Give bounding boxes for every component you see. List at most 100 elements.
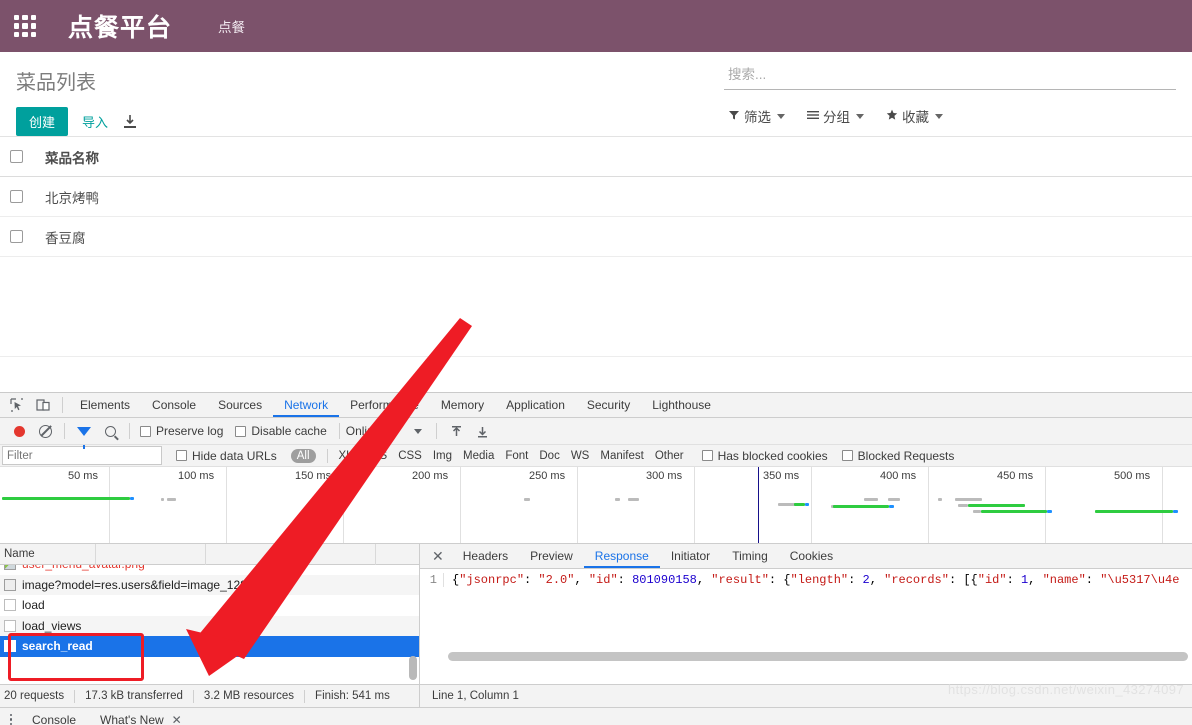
request-bar: [955, 498, 982, 501]
inspect-element-icon[interactable]: [4, 394, 30, 416]
request-row[interactable]: user_menu_avatar.png: [0, 565, 419, 575]
throttle-select[interactable]: Online: [346, 424, 381, 438]
request-row[interactable]: image?model=res.users&field=image_128&id…: [0, 574, 419, 595]
filter-type-js[interactable]: JS: [374, 450, 387, 462]
filter-type-img[interactable]: Img: [433, 450, 452, 462]
tab-memory[interactable]: Memory: [430, 393, 495, 417]
filter-type-manifest[interactable]: Manifest: [600, 450, 643, 462]
request-row-selected[interactable]: search_read: [0, 636, 419, 657]
row-checkbox[interactable]: [10, 190, 23, 203]
column-divider[interactable]: [295, 544, 296, 565]
request-name: image?model=res.users&field=image_128&id…: [22, 577, 278, 592]
groupby-dropdown[interactable]: 分组: [807, 106, 864, 126]
create-button[interactable]: 创建: [16, 107, 69, 136]
tab-performance[interactable]: Performance: [339, 393, 430, 417]
row-name: 北京烤鸭: [45, 190, 99, 206]
search-input[interactable]: [728, 67, 1176, 82]
request-list-scrollbar[interactable]: [409, 656, 417, 680]
select-all-checkbox[interactable]: [10, 150, 23, 163]
divider: [304, 689, 306, 703]
filter-type-font[interactable]: Font: [505, 450, 528, 462]
kebab-menu-icon[interactable]: [4, 713, 18, 725]
filter-dropdown[interactable]: 筛选: [728, 106, 785, 126]
request-name: load_views: [22, 618, 82, 633]
table-row[interactable]: 北京烤鸭: [0, 177, 1192, 217]
nav-menu-item-order[interactable]: 点餐: [218, 16, 245, 36]
network-overview-timeline[interactable]: 50 ms 100 ms 150 ms 200 ms 250 ms 300 ms…: [0, 467, 1192, 544]
record-list: 菜品名称 北京烤鸭 香豆腐: [0, 137, 1192, 435]
grid-apps-icon[interactable]: [14, 15, 36, 37]
status-resources: 3.2 MB resources: [203, 690, 295, 702]
drawer-tab-whats-new[interactable]: What's New: [90, 713, 168, 725]
odoo-app-area: 点餐平台 点餐 菜品列表 创建 导入 搜索... 筛选 分组 收藏 菜品名称 北…: [0, 0, 1192, 435]
disable-cache-checkbox[interactable]: Disable cache: [235, 424, 327, 438]
device-toolbar-icon[interactable]: [30, 394, 56, 416]
column-divider[interactable]: [205, 544, 206, 565]
row-checkbox[interactable]: [10, 230, 23, 243]
disable-cache-label: Disable cache: [251, 424, 327, 438]
request-row[interactable]: load_views: [0, 615, 419, 636]
checkbox-box: [235, 425, 247, 437]
chevron-down-icon[interactable]: [414, 428, 423, 434]
drawer-tab-console[interactable]: Console: [22, 713, 86, 725]
tab-initiator[interactable]: Initiator: [660, 544, 721, 568]
close-icon[interactable]: ✕: [172, 713, 182, 725]
record-button[interactable]: [6, 420, 32, 442]
tab-timing[interactable]: Timing: [721, 544, 779, 568]
response-code-line: 1 {"jsonrpc": "2.0", "id": 801090158, "r…: [420, 569, 1192, 587]
request-name: load: [22, 598, 45, 613]
status-requests: 20 requests: [4, 690, 65, 702]
close-icon[interactable]: ✕: [424, 549, 452, 563]
filter-type-css[interactable]: CSS: [398, 450, 422, 462]
filter-type-all[interactable]: All: [290, 448, 316, 463]
filter-toggle-button[interactable]: [71, 420, 97, 449]
tab-sources[interactable]: Sources: [207, 393, 273, 417]
request-bar: [968, 504, 1025, 507]
search-button[interactable]: [97, 420, 123, 442]
tab-response[interactable]: Response: [583, 544, 660, 568]
star-icon: [886, 109, 898, 124]
response-horizontal-scrollbar[interactable]: [448, 652, 1188, 661]
request-bar: [938, 498, 942, 501]
row-name: 香豆腐: [45, 230, 86, 246]
preserve-log-checkbox[interactable]: Preserve log: [140, 424, 223, 438]
has-blocked-cookies-label: Has blocked cookies: [717, 448, 828, 463]
tab-network[interactable]: Network: [273, 393, 340, 417]
download-icon[interactable]: [122, 114, 138, 130]
divider: [436, 423, 438, 439]
filter-type-ws[interactable]: WS: [571, 450, 590, 462]
request-row[interactable]: load: [0, 595, 419, 616]
has-blocked-cookies-checkbox[interactable]: Has blocked cookies: [701, 448, 828, 463]
chevron-down-icon: [856, 113, 864, 119]
import-har-button[interactable]: [443, 420, 469, 442]
tab-preview[interactable]: Preview: [519, 544, 584, 568]
tab-security[interactable]: Security: [576, 393, 641, 417]
tab-elements[interactable]: Elements: [69, 393, 141, 417]
response-body[interactable]: 1 {"jsonrpc": "2.0", "id": 801090158, "r…: [420, 569, 1192, 664]
favorites-dropdown[interactable]: 收藏: [886, 106, 943, 126]
clear-button[interactable]: [32, 420, 58, 442]
tab-cookies[interactable]: Cookies: [779, 544, 844, 568]
tab-headers[interactable]: Headers: [452, 544, 519, 568]
tab-console[interactable]: Console: [141, 393, 207, 417]
column-divider[interactable]: [95, 544, 96, 565]
request-detail-pane: ✕ Headers Preview Response Initiator Tim…: [420, 544, 1192, 684]
filter-type-xhr[interactable]: XHR: [339, 450, 363, 462]
filter-type-other[interactable]: Other: [655, 450, 684, 462]
import-button[interactable]: 导入: [82, 112, 108, 131]
tab-lighthouse[interactable]: Lighthouse: [641, 393, 722, 417]
request-bar: [167, 498, 176, 501]
filter-type-doc[interactable]: Doc: [539, 450, 559, 462]
groupby-label: 分组: [823, 110, 850, 125]
search-box[interactable]: [724, 62, 1176, 90]
tab-application[interactable]: Application: [495, 393, 576, 417]
table-row[interactable]: 香豆腐: [0, 217, 1192, 257]
column-divider[interactable]: [375, 544, 376, 565]
overview-tick-label: 50 ms: [68, 470, 98, 482]
filter-type-media[interactable]: Media: [463, 450, 494, 462]
export-har-button[interactable]: [469, 420, 495, 442]
filter-input[interactable]: [2, 446, 162, 465]
hide-data-urls-checkbox[interactable]: Hide data URLs: [176, 449, 277, 463]
blocked-requests-checkbox[interactable]: Blocked Requests: [841, 449, 954, 463]
request-bar: [130, 497, 134, 500]
